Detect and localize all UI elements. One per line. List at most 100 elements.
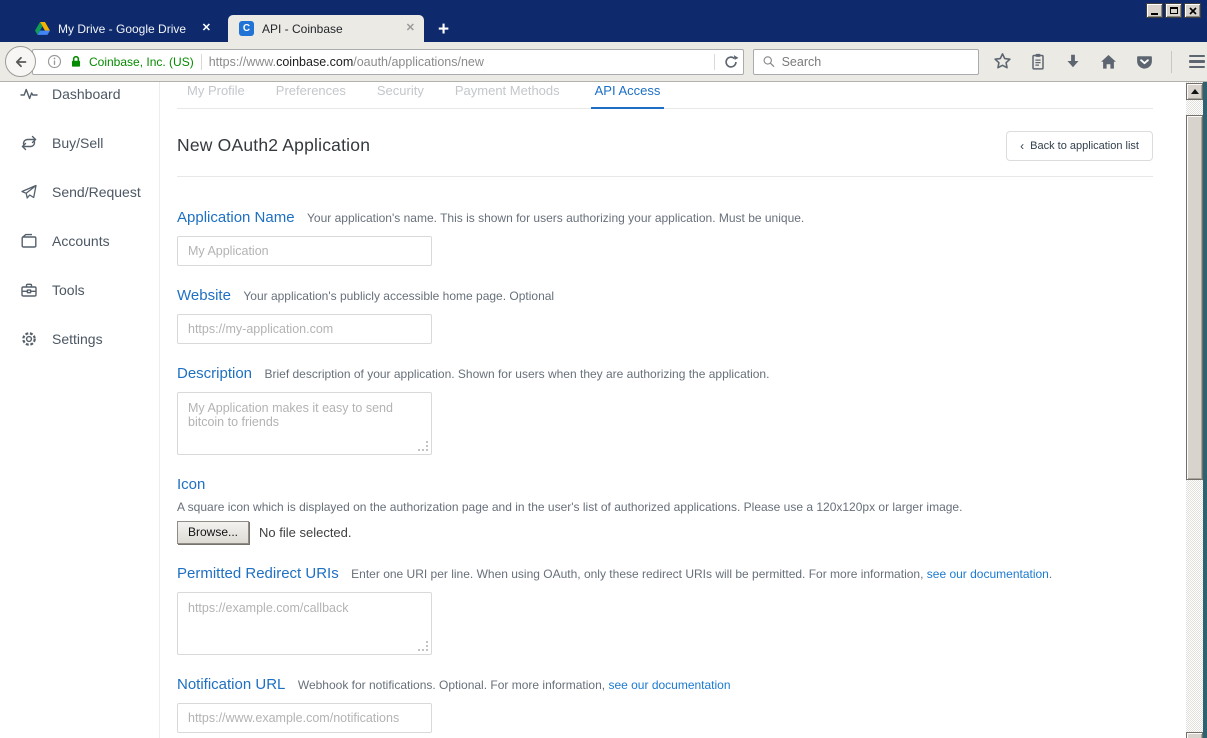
- site-identity[interactable]: Coinbase, Inc. (US): [69, 54, 194, 69]
- sidebar-item-tools[interactable]: Tools: [0, 265, 159, 314]
- menu-icon[interactable]: [1189, 54, 1205, 69]
- reload-icon[interactable]: [723, 54, 739, 70]
- browser-window: My Drive - Google Drive ✕ C API - Coinba…: [0, 0, 1207, 738]
- new-tab-button[interactable]: +: [438, 20, 449, 39]
- field-label: Application Name: [177, 209, 295, 226]
- tab-close-icon[interactable]: ✕: [406, 23, 415, 34]
- page-viewport: Dashboard Buy/Sell Send/Request Accounts…: [0, 82, 1186, 738]
- toolbar-icons: [993, 50, 1205, 73]
- identity-label: Coinbase, Inc. (US): [89, 54, 194, 69]
- tab-title: API - Coinbase: [262, 21, 343, 36]
- close-icon: [1188, 6, 1197, 15]
- minimize-icon: [1151, 13, 1158, 15]
- sidebar-item-accounts[interactable]: Accounts: [0, 216, 159, 265]
- field-permitted-redirect-uris: Permitted Redirect URIs Enter one URI pe…: [177, 565, 1153, 655]
- tab-security[interactable]: Security: [377, 83, 424, 108]
- tab-payment-methods[interactable]: Payment Methods: [455, 83, 560, 108]
- divider: [1171, 50, 1172, 73]
- home-icon[interactable]: [1099, 53, 1118, 71]
- field-website: Website Your application's publicly acce…: [177, 287, 1153, 344]
- field-label: Notification URL: [177, 676, 286, 693]
- pocket-icon[interactable]: [1135, 53, 1154, 71]
- sidebar-label: Tools: [52, 281, 85, 298]
- divider: [714, 53, 715, 70]
- close-button[interactable]: [1184, 3, 1201, 18]
- window-controls: [1146, 3, 1201, 18]
- settings-icon: [22, 331, 36, 346]
- resize-grip-icon[interactable]: [418, 641, 428, 651]
- google-drive-icon: [35, 22, 50, 35]
- bookmark-star-icon[interactable]: [993, 52, 1012, 71]
- page-header: New OAuth2 Application ‹ Back to applica…: [177, 131, 1153, 177]
- info-icon[interactable]: [47, 54, 62, 69]
- navigation-toolbar: Coinbase, Inc. (US) https://www.coinbase…: [0, 42, 1207, 82]
- chevron-left-icon: ‹: [1020, 139, 1025, 153]
- documentation-link[interactable]: see our documentation: [608, 678, 730, 692]
- field-label: Permitted Redirect URIs: [177, 565, 339, 582]
- redirect-uris-textarea[interactable]: [177, 592, 432, 655]
- search-input[interactable]: [781, 54, 970, 69]
- main-content: My Profile Preferences Security Payment …: [160, 82, 1186, 738]
- tab-api-access[interactable]: API Access: [590, 83, 665, 109]
- window-edge: [1203, 82, 1207, 738]
- tab-preferences[interactable]: Preferences: [276, 83, 346, 108]
- field-help: Webhook for notifications. Optional. For…: [297, 678, 731, 692]
- accounts-icon: [21, 233, 37, 248]
- field-label: Website: [177, 287, 231, 304]
- field-help: Brief description of your application. S…: [264, 367, 770, 381]
- field-label: Description: [177, 365, 253, 382]
- field-icon: Icon A square icon which is displayed on…: [177, 476, 1153, 544]
- notification-url-input[interactable]: [177, 703, 432, 733]
- sidebar-label: Dashboard: [52, 85, 121, 102]
- sidebar-label: Send/Request: [52, 183, 141, 200]
- send-request-icon: [21, 184, 37, 199]
- reload-area: [714, 53, 739, 70]
- tab-coinbase[interactable]: C API - Coinbase ✕: [228, 15, 424, 42]
- browse-button[interactable]: Browse...: [177, 521, 250, 544]
- sidebar-item-settings[interactable]: Settings: [0, 314, 159, 363]
- settings-nav-tabs: My Profile Preferences Security Payment …: [177, 82, 1153, 109]
- maximize-icon: [1169, 7, 1178, 14]
- field-notification-url: Notification URL Webhook for notificatio…: [177, 676, 1153, 733]
- scrollbar[interactable]: [1186, 82, 1203, 738]
- download-icon[interactable]: [1064, 53, 1082, 71]
- divider: [200, 53, 202, 70]
- website-input[interactable]: [177, 314, 432, 344]
- search-icon: [763, 56, 775, 67]
- sidebar-item-dashboard[interactable]: Dashboard: [0, 82, 159, 118]
- sidebar-item-buy-sell[interactable]: Buy/Sell: [0, 118, 159, 167]
- resize-grip-icon[interactable]: [418, 441, 428, 451]
- minimize-button[interactable]: [1146, 3, 1163, 18]
- application-name-input[interactable]: [177, 236, 432, 266]
- tab-my-profile[interactable]: My Profile: [187, 83, 245, 108]
- tab-google-drive[interactable]: My Drive - Google Drive ✕: [24, 15, 220, 42]
- tab-strip: My Drive - Google Drive ✕ C API - Coinba…: [24, 15, 449, 42]
- field-help: Your application's name. This is shown f…: [307, 211, 805, 225]
- url-text[interactable]: https://www.coinbase.com/oauth/applicati…: [209, 55, 707, 69]
- back-icon: [15, 56, 26, 67]
- scroll-up-button[interactable]: [1186, 83, 1203, 100]
- dashboard-icon: [20, 88, 38, 99]
- tab-close-icon[interactable]: ✕: [202, 23, 211, 34]
- maximize-button[interactable]: [1165, 3, 1182, 18]
- description-textarea[interactable]: [177, 392, 432, 455]
- scroll-down-button[interactable]: [1186, 732, 1203, 738]
- sidebar-item-send-request[interactable]: Send/Request: [0, 167, 159, 216]
- sidebar-label: Accounts: [52, 232, 110, 249]
- bookmarks-clipboard-icon[interactable]: [1029, 52, 1047, 71]
- field-description: Description Brief description of your ap…: [177, 365, 1153, 455]
- scrollbar-thumb[interactable]: [1186, 115, 1203, 480]
- tools-icon: [21, 283, 37, 297]
- triangle-up-icon: [1190, 89, 1199, 94]
- url-bar[interactable]: Coinbase, Inc. (US) https://www.coinbase…: [32, 48, 744, 75]
- back-button[interactable]: [5, 46, 36, 77]
- titlebar: My Drive - Google Drive ✕ C API - Coinba…: [0, 0, 1207, 42]
- field-label: Icon: [177, 476, 206, 493]
- documentation-link[interactable]: see our documentation: [927, 567, 1049, 581]
- coinbase-icon: C: [239, 21, 254, 36]
- tab-title: My Drive - Google Drive: [58, 21, 187, 36]
- field-help: Enter one URI per line. When using OAuth…: [351, 567, 1053, 581]
- search-box[interactable]: [753, 48, 979, 75]
- sidebar-label: Settings: [52, 330, 103, 347]
- back-to-application-list-button[interactable]: ‹ Back to application list: [1006, 131, 1153, 161]
